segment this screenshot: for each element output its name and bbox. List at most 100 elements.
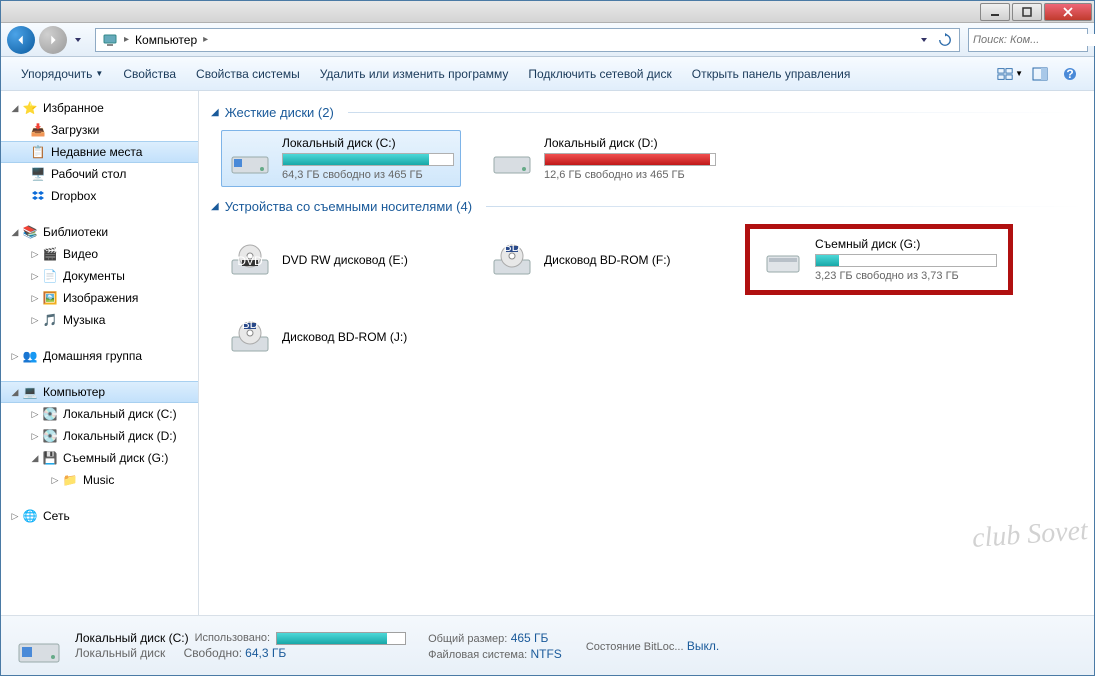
command-bar: Упорядочить ▼ Свойства Свойства системы … — [1, 57, 1094, 91]
title-bar — [1, 1, 1094, 23]
used-label: Использовано: — [195, 632, 271, 644]
desktop-icon: 🖥️ — [29, 166, 47, 182]
back-button[interactable] — [7, 26, 35, 54]
group-hard-disks[interactable]: ◢ Жесткие диски (2) — [211, 105, 1082, 120]
control-panel-button[interactable]: Открыть панель управления — [682, 63, 861, 85]
navigation-pane[interactable]: ◢⭐Избранное 📥Загрузки 📋Недавние места 🖥️… — [1, 91, 199, 615]
documents-icon: 📄 — [41, 268, 59, 284]
preview-pane-button[interactable] — [1026, 62, 1054, 86]
removable-drive-icon: 💾 — [41, 450, 59, 466]
tree-documents[interactable]: ▷📄Документы — [1, 265, 198, 287]
music-icon: 🎵 — [41, 312, 59, 328]
tree-downloads[interactable]: 📥Загрузки — [1, 119, 198, 141]
tree-libraries[interactable]: ◢📚Библиотеки — [1, 221, 198, 243]
tree-favorites[interactable]: ◢⭐Избранное — [1, 97, 198, 119]
details-pane: Локальный диск (C:) Использовано: Локаль… — [1, 615, 1094, 675]
tree-desktop[interactable]: 🖥️Рабочий стол — [1, 163, 198, 185]
free-label: Свободно: — [184, 646, 243, 660]
close-button[interactable] — [1044, 3, 1092, 21]
homegroup-icon: 👥 — [21, 348, 39, 364]
bd-drive-icon: BD — [228, 317, 272, 357]
group-removable[interactable]: ◢ Устройства со съемными носителями (4) — [211, 199, 1082, 214]
uninstall-button[interactable]: Удалить или изменить программу — [310, 63, 519, 85]
free-value: 64,3 ГБ — [245, 646, 286, 660]
tree-computer[interactable]: ◢💻Компьютер — [1, 381, 198, 403]
properties-button[interactable]: Свойства — [113, 63, 186, 85]
drive-icon: 💽 — [41, 428, 59, 444]
recent-icon: 📋 — [29, 144, 47, 160]
collapse-arrow-icon: ◢ — [211, 201, 219, 212]
video-icon: 🎬 — [41, 246, 59, 262]
tree-music[interactable]: ▷🎵Музыка — [1, 309, 198, 331]
tree-music-folder[interactable]: ▷📁Music — [1, 469, 198, 491]
usage-bar — [282, 153, 454, 166]
tree-network[interactable]: ▷🌐Сеть — [1, 505, 198, 527]
tree-pictures[interactable]: ▷🖼️Изображения — [1, 287, 198, 309]
fs-value: NTFS — [530, 647, 561, 661]
refresh-button[interactable] — [933, 29, 957, 51]
hard-drive-icon — [15, 624, 63, 668]
tree-local-d[interactable]: ▷💽Локальный диск (D:) — [1, 425, 198, 447]
breadcrumb-separator: ▸ — [201, 34, 210, 45]
hard-drive-icon — [490, 139, 534, 179]
computer-icon: 💻 — [21, 384, 39, 400]
drive-local-d[interactable]: Локальный диск (D:) 12,6 ГБ свободно из … — [483, 130, 723, 187]
help-button[interactable]: ? — [1056, 62, 1084, 86]
drive-dvd-e[interactable]: DVD DVD RW дисковод (E:) — [221, 224, 461, 295]
network-icon: 🌐 — [21, 508, 39, 524]
content-area[interactable]: ◢ Жесткие диски (2) Локальный диск (C:) … — [199, 91, 1094, 615]
address-bar[interactable]: ▸ Компьютер ▸ — [95, 28, 960, 52]
bitlocker-label: Состояние BitLoc... — [586, 641, 684, 653]
minimize-button[interactable] — [980, 3, 1010, 21]
system-properties-button[interactable]: Свойства системы — [186, 63, 310, 85]
svg-text:DVD: DVD — [237, 254, 263, 268]
downloads-icon: 📥 — [29, 122, 47, 138]
total-value: 465 ГБ — [511, 631, 549, 645]
libraries-icon: 📚 — [21, 224, 39, 240]
svg-text:BD: BD — [242, 317, 259, 331]
fs-label: Файловая система: — [428, 649, 527, 661]
body: ◢⭐Избранное 📥Загрузки 📋Недавние места 🖥️… — [1, 91, 1094, 615]
view-options-button[interactable]: ▼ — [996, 62, 1024, 86]
search-input[interactable] — [973, 34, 1095, 46]
drive-local-c[interactable]: Локальный диск (C:) 64,3 ГБ свободно из … — [221, 130, 461, 187]
maximize-button[interactable] — [1012, 3, 1042, 21]
tree-removable-g[interactable]: ◢💾Съемный диск (G:) — [1, 447, 198, 469]
explorer-window: ▸ Компьютер ▸ Упорядочить ▼ Свойства Сво… — [0, 0, 1095, 676]
bitlocker-value: Выкл. — [687, 639, 719, 653]
history-dropdown[interactable] — [71, 30, 85, 50]
address-dropdown[interactable] — [917, 30, 931, 50]
tree-homegroup[interactable]: ▷👥Домашняя группа — [1, 345, 198, 367]
pictures-icon: 🖼️ — [41, 290, 59, 306]
dropbox-icon — [29, 188, 47, 204]
usage-bar — [544, 153, 716, 166]
svg-text:BD: BD — [504, 240, 521, 254]
collapse-arrow-icon: ◢ — [211, 107, 219, 118]
svg-text:?: ? — [1066, 67, 1073, 81]
usage-bar — [815, 254, 997, 267]
watermark: club Sovet — [971, 515, 1089, 555]
drive-bd-j[interactable]: BD Дисковод BD-ROM (J:) — [221, 311, 461, 363]
breadcrumb-separator: ▸ — [122, 34, 131, 45]
tree-videos[interactable]: ▷🎬Видео — [1, 243, 198, 265]
drive-icon: 💽 — [41, 406, 59, 422]
organize-menu[interactable]: Упорядочить ▼ — [11, 63, 113, 85]
folder-icon: 📁 — [61, 472, 79, 488]
details-title: Локальный диск (C:) — [75, 631, 189, 645]
details-usage-bar — [276, 632, 406, 645]
breadcrumb-computer[interactable]: Компьютер — [131, 29, 201, 51]
star-icon: ⭐ — [21, 100, 39, 116]
tree-dropbox[interactable]: Dropbox — [1, 185, 198, 207]
highlight-box: Съемный диск (G:) 3,23 ГБ свободно из 3,… — [745, 224, 1013, 295]
map-drive-button[interactable]: Подключить сетевой диск — [518, 63, 681, 85]
search-box[interactable] — [968, 28, 1088, 52]
removable-drive-icon — [761, 240, 805, 280]
tree-local-c[interactable]: ▷💽Локальный диск (C:) — [1, 403, 198, 425]
tree-recent[interactable]: 📋Недавние места — [1, 141, 198, 163]
drive-bd-f[interactable]: BD Дисковод BD-ROM (F:) — [483, 224, 723, 295]
dvd-drive-icon: DVD — [228, 240, 272, 280]
drive-removable-g[interactable]: Съемный диск (G:) 3,23 ГБ свободно из 3,… — [754, 231, 1004, 288]
breadcrumb-computer-icon[interactable] — [98, 29, 122, 51]
total-label: Общий размер: — [428, 633, 507, 645]
forward-button[interactable] — [39, 26, 67, 54]
